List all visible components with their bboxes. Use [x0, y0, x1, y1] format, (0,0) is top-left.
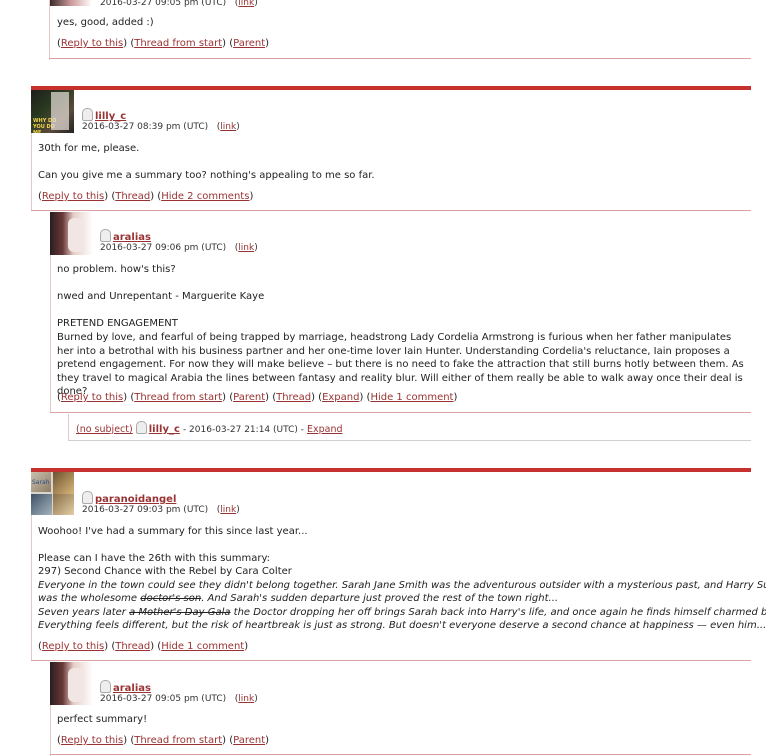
avatar[interactable]: Sarah: [31, 472, 74, 515]
thread-from-start-link[interactable]: Thread from start: [134, 392, 222, 403]
thread-link[interactable]: Thread: [115, 191, 150, 202]
comment-body: perfect summary!: [57, 714, 148, 725]
username-link[interactable]: aralias: [113, 232, 151, 243]
reply-link[interactable]: Reply to this: [61, 38, 123, 49]
comment-divider: [31, 86, 751, 90]
comment-date: 2016-03-27 09:06 pm (UTC) (link): [100, 243, 258, 253]
expand-link[interactable]: Expand: [307, 424, 343, 435]
hide-comments-link[interactable]: Hide 2 comments: [161, 191, 249, 202]
thread-link[interactable]: Thread: [115, 641, 150, 652]
comment-author: aralias: [100, 680, 151, 694]
hide-comments-link[interactable]: Hide 1 comment: [370, 392, 453, 403]
collapsed-comment: (no subject) lilly_c - 2016-03-27 21:14 …: [76, 421, 343, 435]
permalink[interactable]: link: [238, 243, 254, 253]
comment-body-line: no problem. how's this?: [57, 264, 176, 275]
reply-link[interactable]: Reply to this: [61, 735, 123, 746]
parent-link[interactable]: Parent: [233, 735, 265, 746]
user-icon: [135, 421, 147, 434]
username-link[interactable]: paranoidangel: [95, 494, 176, 505]
comment-body-line: Woohoo! I've had a summary for this sinc…: [38, 526, 308, 537]
username-link[interactable]: lilly_c: [95, 111, 126, 122]
user-icon: [82, 491, 93, 504]
comment-body: yes, good, added :): [57, 17, 154, 28]
username-link[interactable]: aralias: [113, 683, 151, 694]
comment-body-line: 30th for me, please.: [38, 143, 140, 154]
reply-link[interactable]: Reply to this: [42, 191, 104, 202]
comment-body-line: nwed and Unrepentant - Marguerite Kaye: [57, 291, 265, 302]
user-icon: [100, 229, 111, 242]
comment-actions: (Reply to this) (Thread from start) (Par…: [57, 735, 270, 746]
comment-body-line: 297) Second Chance with the Rebel by Car…: [38, 566, 292, 577]
comment-actions: (Reply to this) (Thread from start) (Par…: [57, 392, 458, 403]
reply-link[interactable]: Reply to this: [61, 392, 123, 403]
comment-divider: [31, 468, 751, 472]
comment-author: lilly_c: [82, 108, 126, 122]
avatar-caption: Sarah: [32, 479, 50, 486]
avatar[interactable]: [50, 662, 93, 705]
summary-paragraph: Burned by love, and fearful of being tra…: [57, 332, 744, 397]
user-icon: [82, 108, 93, 121]
summary-line: Seven years later a Mother's Day Gala th…: [38, 607, 766, 618]
hide-comments-link[interactable]: Hide 1 comment: [161, 641, 244, 652]
thread-from-start-link[interactable]: Thread from start: [134, 38, 222, 49]
subject-link[interactable]: (no subject): [76, 424, 133, 435]
comment-date: 2016-03-27 09:05 pm (UTC) (link): [100, 694, 258, 704]
summary-line: Everyone in the town could see they didn…: [38, 580, 766, 591]
permalink[interactable]: link: [238, 0, 254, 8]
parent-link[interactable]: Parent: [233, 38, 265, 49]
comment-actions: (Reply to this) (Thread) (Hide 1 comment…: [38, 641, 249, 652]
username-link[interactable]: lilly_c: [149, 424, 180, 435]
summary-heading: PRETEND ENGAGEMENT: [57, 318, 178, 329]
parent-link[interactable]: Parent: [233, 392, 265, 403]
permalink[interactable]: link: [238, 694, 254, 704]
thread-link[interactable]: Thread: [276, 392, 311, 403]
comment-body-line: Can you give me a summary too? nothing's…: [38, 170, 375, 181]
reply-link[interactable]: Reply to this: [42, 641, 104, 652]
permalink[interactable]: link: [220, 505, 236, 515]
avatar[interactable]: [50, 212, 93, 255]
user-icon: [100, 680, 111, 693]
thread-from-start-link[interactable]: Thread from start: [134, 735, 222, 746]
comment-date: - 2016-03-27 21:14 (UTC) -: [182, 425, 304, 435]
comment-date: 2016-03-27 09:05 pm (UTC) (link): [100, 0, 258, 8]
comment-actions: (Reply to this) (Thread from start) (Par…: [57, 38, 270, 49]
comment-date: 2016-03-27 09:03 pm (UTC) (link): [82, 505, 240, 515]
comment-author: paranoidangel: [82, 491, 176, 505]
expand-link[interactable]: Expand: [322, 392, 359, 403]
comment-author: aralias: [100, 229, 151, 243]
comment-body-line: Please can I have the 26th with this sum…: [38, 553, 271, 564]
permalink[interactable]: link: [220, 122, 236, 132]
avatar[interactable]: [50, 0, 92, 6]
comment-date: 2016-03-27 08:39 pm (UTC) (link): [82, 122, 240, 132]
summary-line: Everything feels different, but the risk…: [38, 620, 766, 631]
avatar[interactable]: WHY DO YOU DO ME: [31, 90, 74, 133]
summary-line: was the wholesome doctor's son. And Sara…: [38, 593, 559, 604]
comment-actions: (Reply to this) (Thread) (Hide 2 comment…: [38, 191, 254, 202]
